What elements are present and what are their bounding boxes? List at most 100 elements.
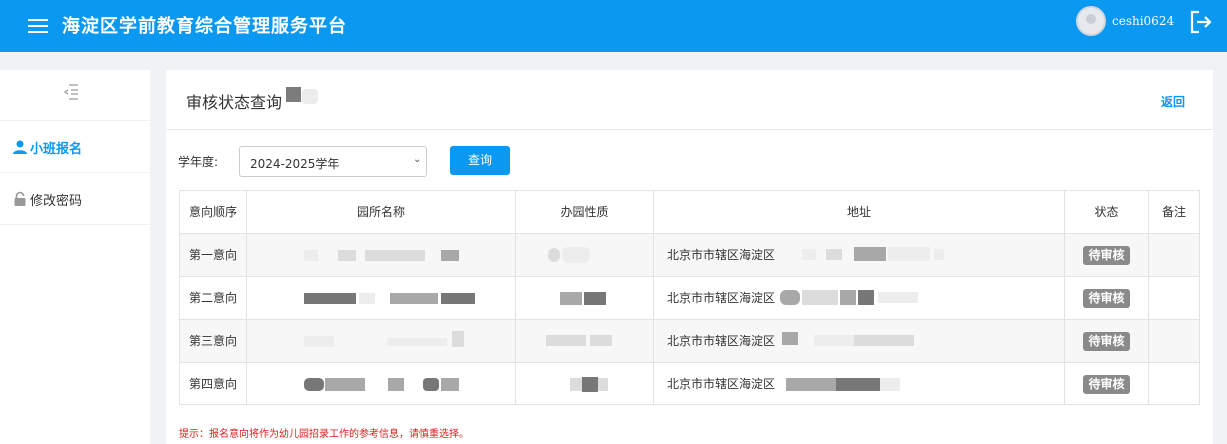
redacted-text	[441, 378, 459, 391]
status-cell: 待审核	[1065, 234, 1149, 276]
redacted-text	[934, 249, 944, 260]
sidebar: 小班报名 修改密码	[0, 70, 150, 444]
divider	[166, 129, 1213, 130]
redacted-text	[338, 250, 356, 261]
redacted-text	[546, 335, 586, 346]
column-header: 状态	[1065, 191, 1149, 233]
redacted-text	[304, 250, 318, 261]
redacted-text	[584, 292, 606, 305]
redacted-text	[304, 336, 334, 347]
kindergarten-name-cell	[247, 277, 516, 319]
lock-icon	[12, 191, 28, 207]
status-cell: 待审核	[1065, 277, 1149, 319]
hamburger-menu-icon[interactable]	[28, 15, 48, 37]
table-row[interactable]: 第四意向 北京市市辖区海淀区 待审核	[180, 363, 1199, 406]
remark-cell	[1149, 320, 1199, 362]
sidebar-item-label: 小班报名	[30, 142, 83, 157]
redacted-text	[452, 331, 464, 347]
remark-cell	[1149, 234, 1199, 276]
query-button[interactable]: 查询	[450, 146, 510, 175]
redacted-text	[888, 247, 930, 261]
redacted-text	[786, 378, 836, 391]
kindergarten-name-cell	[247, 234, 516, 276]
top-header: 海淀区学前教育综合管理服务平台 ceshi0624	[0, 0, 1227, 52]
intention-table: 意向顺序 园所名称 办园性质 地址 状态 备注 第一意向 北京市市辖区海淀区 待…	[179, 190, 1200, 405]
column-header: 备注	[1161, 205, 1186, 219]
redacted-text	[325, 378, 365, 391]
status-cell: 待审核	[1065, 320, 1149, 362]
redacted-text	[560, 292, 582, 305]
table-row[interactable]: 第一意向 北京市市辖区海淀区 待审核	[180, 234, 1199, 277]
nature-cell	[516, 277, 654, 319]
sidebar-item-small-class-registration[interactable]: 小班报名	[0, 120, 150, 172]
order-cell: 第一意向	[180, 234, 247, 276]
page-title: 审核状态查询	[186, 93, 283, 112]
back-link[interactable]: 返回	[1161, 93, 1185, 110]
logout-icon[interactable]	[1188, 9, 1214, 35]
redacted-text	[304, 378, 324, 391]
collapse-sidebar-icon[interactable]	[62, 82, 84, 102]
table-row[interactable]: 第三意向 北京市市辖区海淀区 待审核	[180, 320, 1199, 363]
nature-cell	[516, 234, 654, 276]
redacted-text	[854, 247, 886, 261]
remark-cell	[1149, 363, 1199, 405]
redacted-text	[388, 378, 404, 391]
nature-cell	[516, 320, 654, 362]
user-avatar[interactable]	[1076, 6, 1106, 36]
sidebar-item-change-password[interactable]: 修改密码	[0, 172, 150, 224]
nature-cell	[516, 363, 654, 405]
address-text: 北京市市辖区海淀区	[667, 334, 776, 348]
address-text: 北京市市辖区海淀区	[667, 248, 776, 262]
main-panel: 审核状态查询 返回 学年度: 2024-2025学年 ⌄ 查询 意向顺序 园所名…	[166, 70, 1213, 444]
redacted-text	[802, 249, 816, 260]
status-cell: 待审核	[1065, 363, 1149, 405]
redacted-title-suffix	[286, 87, 318, 107]
redacted-text	[390, 293, 438, 304]
redacted-text	[782, 332, 798, 345]
user-icon	[12, 139, 28, 155]
kindergarten-name-cell	[247, 320, 516, 362]
redacted-text	[441, 250, 459, 261]
table-header-row: 意向顺序 园所名称 办园性质 地址 状态 备注	[180, 191, 1199, 234]
sidebar-item-label: 修改密码	[30, 194, 83, 209]
column-header: 地址	[654, 191, 1065, 233]
order-cell: 第二意向	[180, 277, 247, 319]
app-title: 海淀区学前教育综合管理服务平台	[62, 16, 347, 37]
redacted-text	[826, 249, 842, 260]
redacted-text	[423, 378, 439, 391]
order-cell: 第三意向	[180, 320, 247, 362]
redacted-text	[802, 290, 838, 305]
username[interactable]: ceshi0624	[1112, 14, 1174, 28]
year-select-value: 2024-2025学年	[250, 157, 340, 171]
kindergarten-name-cell	[247, 363, 516, 405]
status-badge: 待审核	[1083, 332, 1130, 351]
redacted-text	[854, 335, 914, 346]
status-badge: 待审核	[1083, 375, 1130, 394]
year-select[interactable]: 2024-2025学年 ⌄	[239, 146, 427, 177]
redacted-text	[304, 293, 356, 304]
address-cell: 北京市市辖区海淀区	[654, 363, 1065, 405]
order-cell: 第四意向	[180, 363, 247, 405]
redacted-text	[814, 335, 854, 346]
column-header: 意向顺序	[180, 191, 247, 233]
status-badge: 待审核	[1083, 289, 1130, 308]
redacted-text	[570, 378, 582, 391]
redacted-text	[840, 290, 856, 305]
redacted-text	[880, 378, 900, 391]
address-text: 北京市市辖区海淀区	[667, 377, 776, 391]
redacted-text	[590, 335, 612, 346]
remark-cell	[1149, 277, 1199, 319]
redacted-text	[598, 378, 608, 391]
table-row[interactable]: 第二意向 北京市市辖区海淀区 待审核	[180, 277, 1199, 320]
chevron-down-icon: ⌄	[413, 154, 422, 165]
redacted-text	[858, 290, 874, 305]
redacted-text	[359, 293, 375, 304]
redacted-text	[365, 250, 425, 261]
address-cell: 北京市市辖区海淀区	[654, 320, 1065, 362]
address-cell: 北京市市辖区海淀区	[654, 277, 1065, 319]
year-label: 学年度:	[178, 155, 219, 169]
redacted-text	[780, 290, 800, 305]
status-badge: 待审核	[1083, 246, 1130, 265]
address-text: 北京市市辖区海淀区	[667, 291, 776, 305]
address-cell: 北京市市辖区海淀区	[654, 234, 1065, 276]
